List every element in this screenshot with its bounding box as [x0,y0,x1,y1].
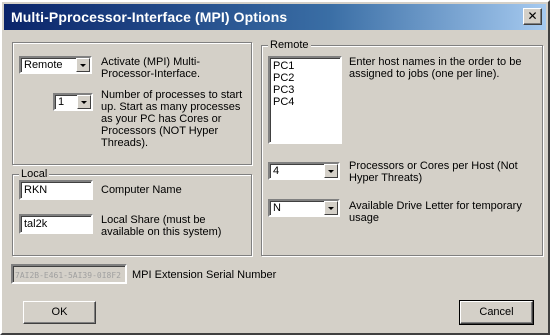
cores-per-host-select[interactable]: 4 [268,162,340,180]
close-icon: ✕ [527,9,538,23]
chevron-down-icon[interactable] [324,201,338,215]
ok-button[interactable]: OK [23,301,96,324]
list-item[interactable]: PC1 [273,60,337,72]
computer-name-label: Computer Name [101,184,182,196]
local-share-field[interactable]: tal2k [19,214,93,234]
remote-group-label: Remote [268,38,311,52]
list-item[interactable]: PC4 [273,96,337,108]
computer-name-field[interactable]: RKN [19,180,93,200]
close-button[interactable]: ✕ [523,8,542,25]
activate-mode-select[interactable]: Remote [19,56,92,74]
host-names-label: Enter host names in the order to be assi… [349,56,522,80]
list-item[interactable]: PC2 [273,72,337,84]
cancel-button[interactable]: Cancel [459,300,534,325]
activate-mode-value: Remote [24,59,63,71]
chevron-down-icon[interactable] [324,164,338,178]
chevron-down-icon[interactable] [76,58,90,72]
process-count-select[interactable]: 1 [53,93,93,111]
title-bar[interactable]: Multi-Pprocessor-Interface (MPI) Options… [4,4,546,30]
drive-letter-value: N [273,202,281,214]
cores-per-host-value: 4 [273,165,280,177]
mpi-options-dialog: Multi-Pprocessor-Interface (MPI) Options… [0,0,550,335]
process-count-value: 1 [58,96,65,108]
activate-mode-label: Activate (MPI) Multi-Processor-Interface… [101,56,201,80]
process-count-label: Number of processes to start up. Start a… [101,89,243,149]
window-title: Multi-Pprocessor-Interface (MPI) Options [11,9,288,25]
host-names-list[interactable]: PC1 PC2 PC3 PC4 [268,56,342,144]
serial-number-label: MPI Extension Serial Number [132,269,277,281]
drive-letter-label: Available Drive Letter for temporary usa… [349,200,522,224]
chevron-down-icon[interactable] [77,95,91,109]
local-share-label: Local Share (must be available on this s… [101,214,222,238]
drive-letter-select[interactable]: N [268,199,340,217]
cores-per-host-label: Processors or Cores per Host (Not Hyper … [349,160,518,184]
local-group-label: Local [19,167,50,181]
serial-number-field: 7AI2B-E461-5AI39-0I8F2 [11,264,127,284]
list-item[interactable]: PC3 [273,84,337,96]
